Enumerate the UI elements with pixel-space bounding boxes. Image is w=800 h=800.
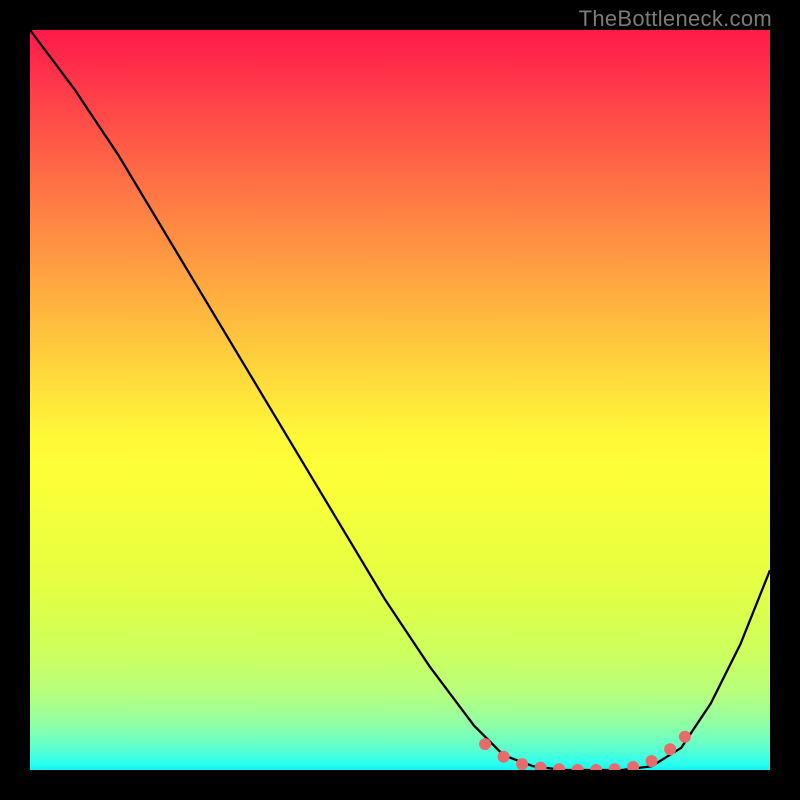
bottleneck-curve-line: [30, 30, 770, 770]
highlight-dot: [646, 755, 658, 767]
highlight-dot-group: [479, 731, 691, 770]
highlight-dot: [535, 762, 547, 770]
highlight-dot: [498, 751, 510, 763]
highlight-dot: [679, 731, 691, 743]
curve-layer: [30, 30, 770, 770]
highlight-dot: [479, 738, 491, 750]
highlight-dot: [609, 763, 621, 770]
highlight-dot: [516, 758, 528, 770]
highlight-dot: [627, 761, 639, 770]
chart-plot-area: [30, 30, 770, 770]
highlight-dot: [664, 743, 676, 755]
highlight-dot: [590, 764, 602, 770]
highlight-dot: [572, 764, 584, 770]
highlight-dot: [553, 763, 565, 770]
watermark-text: TheBottleneck.com: [579, 6, 772, 32]
